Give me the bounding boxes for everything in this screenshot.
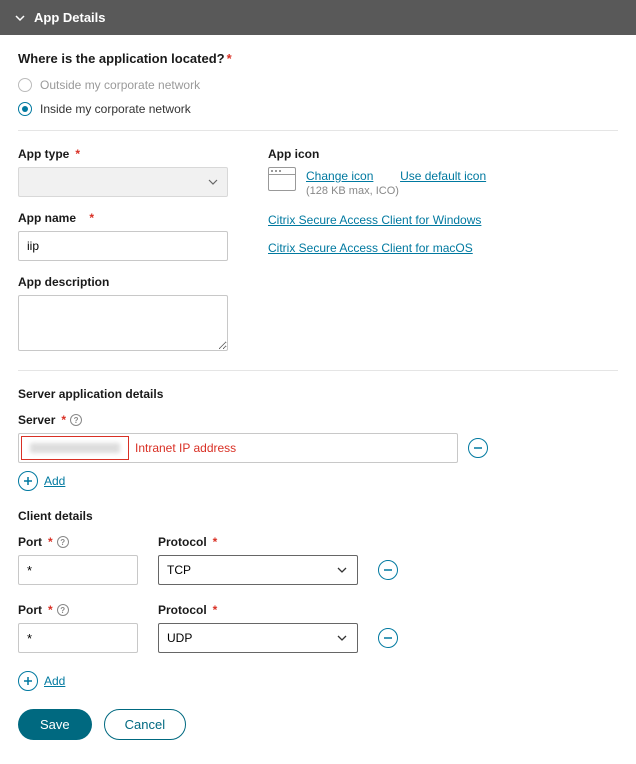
- minus-icon: [383, 565, 393, 575]
- divider: [18, 130, 618, 131]
- chevron-down-icon: [335, 563, 349, 577]
- icon-hint: (128 KB max, ICO): [306, 185, 486, 197]
- add-label: Add: [44, 674, 65, 688]
- radio-outside[interactable]: Outside my corporate network: [18, 78, 618, 92]
- protocol-label: Protocol*: [158, 535, 358, 549]
- default-icon-link[interactable]: Use default icon: [400, 169, 486, 183]
- radio-icon: [18, 78, 32, 92]
- download-windows-link[interactable]: Citrix Secure Access Client for Windows: [268, 213, 481, 227]
- app-icon-label: App icon: [268, 147, 618, 161]
- chevron-down-icon: [335, 631, 349, 645]
- minus-icon: [473, 443, 483, 453]
- app-type-label: App type*: [18, 147, 228, 161]
- change-icon-link[interactable]: Change icon: [306, 169, 373, 183]
- help-icon[interactable]: ?: [57, 536, 69, 548]
- app-type-select[interactable]: [18, 167, 228, 197]
- protocol-label: Protocol*: [158, 603, 358, 617]
- chevron-down-icon: [207, 176, 219, 188]
- add-client-row-button[interactable]: Add: [18, 671, 618, 691]
- remove-client-row-button[interactable]: [378, 628, 398, 648]
- port-input-0[interactable]: [18, 555, 138, 585]
- save-button[interactable]: Save: [18, 709, 92, 740]
- section-header[interactable]: App Details: [0, 0, 636, 35]
- protocol-select-0[interactable]: TCP: [158, 555, 358, 585]
- server-ip-redacted: [30, 443, 120, 453]
- radio-icon-selected: [18, 102, 32, 116]
- plus-icon-circle: [18, 471, 38, 491]
- cancel-button[interactable]: Cancel: [104, 709, 186, 740]
- radio-inside[interactable]: Inside my corporate network: [18, 102, 618, 116]
- app-icon-preview: [268, 167, 296, 191]
- add-server-button[interactable]: Add: [18, 471, 618, 491]
- server-input[interactable]: Intranet IP address: [18, 433, 458, 463]
- port-label: Port* ?: [18, 535, 138, 549]
- download-macos-link[interactable]: Citrix Secure Access Client for macOS: [268, 241, 473, 255]
- server-section-title: Server application details: [18, 387, 618, 401]
- remove-client-row-button[interactable]: [378, 560, 398, 580]
- app-name-label: App name *: [18, 211, 228, 225]
- location-question: Where is the application located?*: [18, 51, 618, 66]
- plus-icon: [23, 676, 33, 686]
- plus-icon-circle: [18, 671, 38, 691]
- remove-server-button[interactable]: [468, 438, 488, 458]
- client-section-title: Client details: [18, 509, 618, 523]
- minus-icon: [383, 633, 393, 643]
- chevron-down-icon: [14, 12, 26, 24]
- help-icon[interactable]: ?: [70, 414, 82, 426]
- radio-label: Outside my corporate network: [40, 78, 200, 92]
- server-annotation: Intranet IP address: [135, 441, 236, 455]
- help-icon[interactable]: ?: [57, 604, 69, 616]
- server-value-box: [21, 436, 129, 460]
- server-label: Server* ?: [18, 413, 618, 427]
- app-desc-textarea[interactable]: [18, 295, 228, 351]
- radio-label: Inside my corporate network: [40, 102, 191, 116]
- port-label: Port* ?: [18, 603, 138, 617]
- divider: [18, 370, 618, 371]
- add-label: Add: [44, 474, 65, 488]
- section-title: App Details: [34, 10, 106, 25]
- app-name-input[interactable]: [18, 231, 228, 261]
- protocol-select-1[interactable]: UDP: [158, 623, 358, 653]
- plus-icon: [23, 476, 33, 486]
- app-desc-label: App description: [18, 275, 228, 289]
- port-input-1[interactable]: [18, 623, 138, 653]
